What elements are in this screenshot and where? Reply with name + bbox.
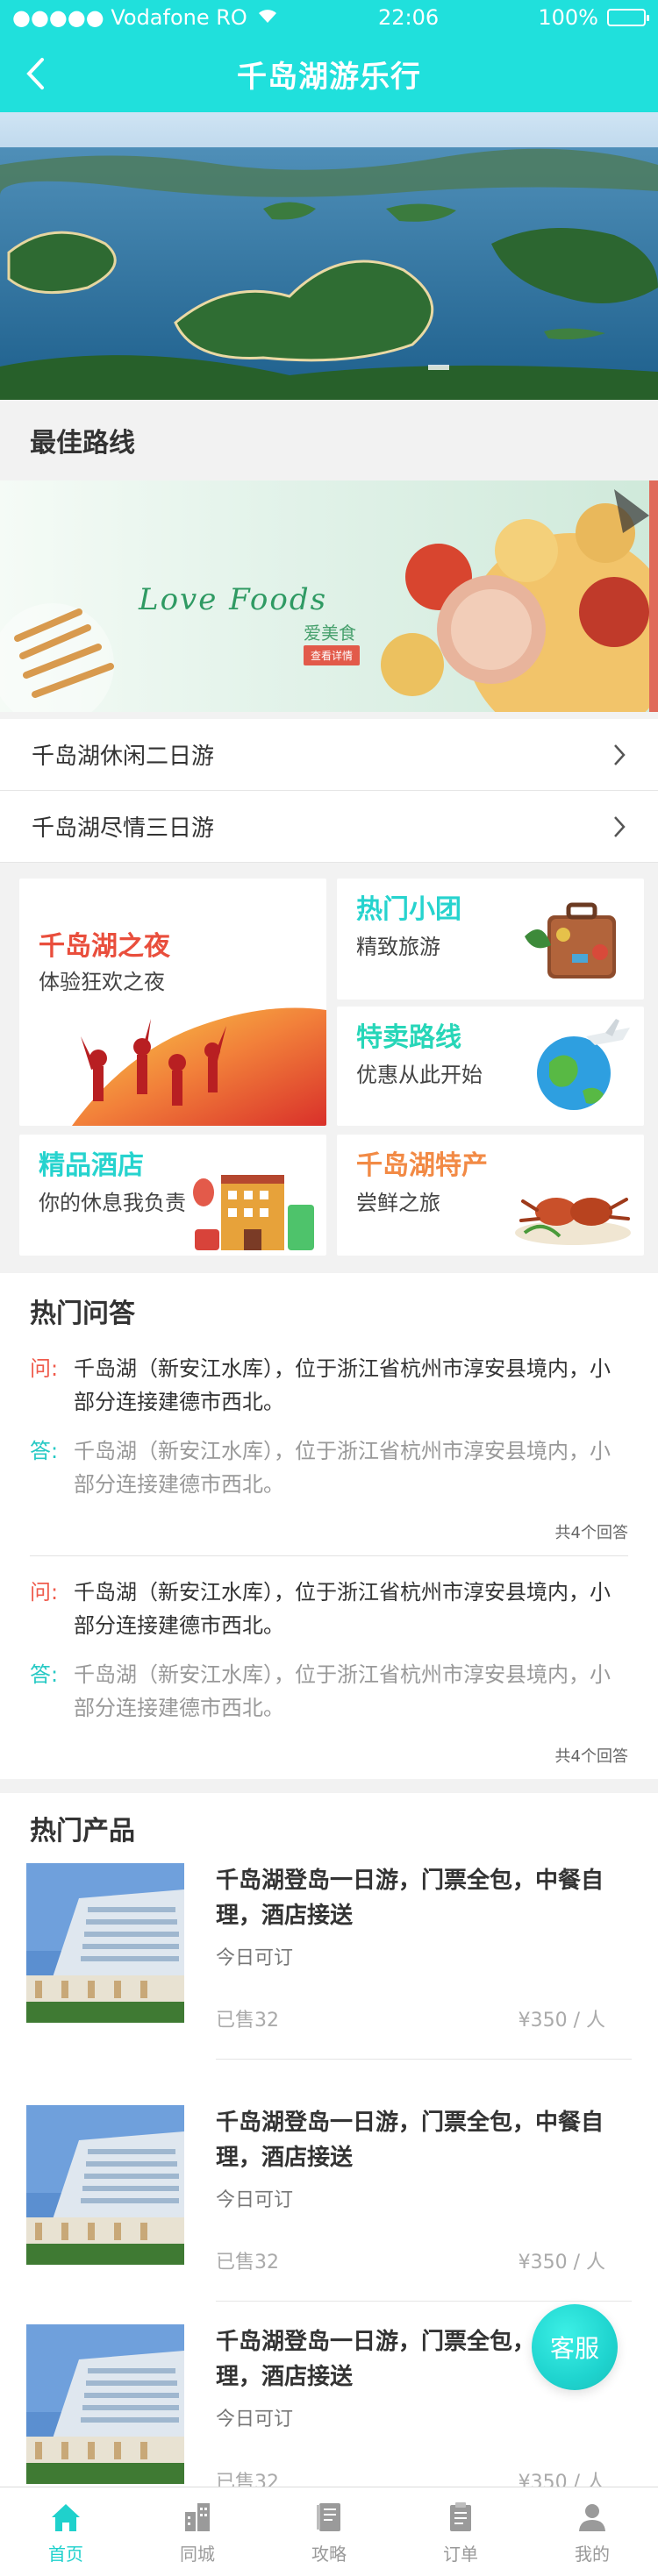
- product-sold: 已售32: [216, 2010, 279, 2032]
- hotel-building-icon: [193, 1175, 314, 1250]
- home-icon: [52, 2504, 80, 2531]
- love-foods-banner[interactable]: Love Foods 爱美食 查看详情: [0, 480, 658, 712]
- section-gap: [0, 1779, 658, 1793]
- qa-item[interactable]: 问: 千岛湖（新安江水库），位于浙江省杭州市淳安县境内，小部分连接建德市西北。 …: [30, 1348, 628, 1556]
- back-button[interactable]: [16, 54, 54, 93]
- answer-tag: 答:: [30, 1439, 59, 1463]
- app-header: ●●●●● Vodafone RO 22:06 100% 千岛湖游乐行: [0, 0, 658, 112]
- answer-count[interactable]: 共4个回答: [30, 1740, 628, 1779]
- answer-text: 千岛湖（新安江水库），位于浙江省杭州市淳安县境内，小部分连接建德市西北。: [74, 1439, 611, 1497]
- card-title: 精品酒店: [39, 1150, 144, 1181]
- question-text: 千岛湖（新安江水库），位于浙江省杭州市淳安县境内，小部分连接建德市西北。: [74, 1580, 611, 1638]
- tab-orders[interactable]: 订单: [395, 2487, 526, 2576]
- card-title: 热门小团: [356, 894, 461, 925]
- battery-percent: 100%: [538, 5, 598, 30]
- clock: 22:06: [378, 5, 440, 30]
- suitcase-icon: [525, 902, 616, 978]
- customer-service-button[interactable]: 客服: [532, 2304, 618, 2390]
- crab-dish-icon: [515, 1198, 631, 1245]
- user-icon: [579, 2504, 605, 2531]
- qa-item[interactable]: 问: 千岛湖（新安江水库），位于浙江省杭州市淳安县境内，小部分连接建德市西北。 …: [30, 1556, 628, 1779]
- banner-detail-button[interactable]: 查看详情: [304, 645, 361, 665]
- tab-label: 首页: [48, 2544, 83, 2565]
- card-desc: 优惠从此开始: [356, 1063, 483, 1087]
- product-price: ¥350 / 人: [518, 2010, 605, 2032]
- nav-bar: 千岛湖游乐行: [0, 35, 658, 112]
- banner-subtitle: 爱美食: [304, 623, 356, 644]
- answer-text: 千岛湖（新安江水库），位于浙江省杭州市淳安县境内，小部分连接建德市西北。: [74, 1662, 611, 1720]
- category-grid: 千岛湖之夜 体验狂欢之夜 热门小团 精致旅游 特卖路线 优惠从此开始 精品酒店 …: [0, 863, 658, 1273]
- qa-section-title: 热门问答: [0, 1273, 658, 1348]
- product-name: 千岛湖登岛一日游，门票全包，中餐自理，酒店接送: [216, 1868, 604, 1929]
- wifi-icon: [256, 5, 279, 30]
- card-title: 千岛湖特产: [356, 1150, 488, 1181]
- qa-list: 问: 千岛湖（新安江水库），位于浙江省杭州市淳安县境内，小部分连接建德市西北。 …: [0, 1348, 658, 1779]
- banner-title: Love Foods: [139, 582, 328, 617]
- party-crowd-icon: [72, 1007, 326, 1126]
- product-item[interactable]: 千岛湖登岛一日游，门票全包，中餐自理，酒店接送 今日可订 已售32 ¥350 /…: [0, 1863, 658, 2082]
- order-clipboard-icon: [450, 2502, 471, 2531]
- card-desc: 尝鲜之旅: [356, 1191, 440, 1215]
- city-icon: [185, 2503, 210, 2531]
- card-hotel[interactable]: 精品酒店 你的休息我负责: [19, 1135, 326, 1256]
- tab-label: 订单: [443, 2544, 478, 2565]
- best-routes-title: 最佳路线: [0, 400, 658, 480]
- card-night[interactable]: 千岛湖之夜 体验狂欢之夜: [19, 879, 326, 1126]
- route-item-three-day[interactable]: 千岛湖尽情三日游: [0, 791, 658, 863]
- tab-home[interactable]: 首页: [0, 2487, 132, 2576]
- product-price: ¥350 / 人: [518, 2252, 605, 2274]
- route-label: 千岛湖尽情三日游: [32, 815, 215, 842]
- tab-label: 我的: [575, 2544, 610, 2565]
- chevron-right-icon: [614, 744, 626, 765]
- product-availability: 今日可订: [216, 2189, 294, 2211]
- product-sold: 已售32: [216, 2252, 279, 2274]
- chevron-left-icon: [26, 58, 44, 89]
- answer-tag: 答:: [30, 1662, 59, 1687]
- tab-label: 攻略: [311, 2544, 347, 2565]
- chevron-right-icon: [614, 815, 626, 837]
- card-desc: 精致旅游: [356, 935, 440, 959]
- card-specialty[interactable]: 千岛湖特产 尝鲜之旅: [337, 1135, 644, 1256]
- tab-label: 同城: [180, 2544, 215, 2565]
- carrier-label: ●●●●● Vodafone RO: [12, 5, 247, 30]
- product-name: 千岛湖登岛一日游，门票全包，中餐自理，酒店接送: [216, 2110, 604, 2171]
- route-list: 千岛湖休闲二日游 千岛湖尽情三日游: [0, 719, 658, 863]
- product-hotel-image: [26, 2324, 184, 2484]
- product-availability: 今日可订: [216, 1947, 294, 1969]
- route-item-two-day[interactable]: 千岛湖休闲二日游: [0, 719, 658, 791]
- status-bar: ●●●●● Vodafone RO 22:06 100%: [0, 0, 658, 35]
- question-tag: 问:: [30, 1356, 59, 1381]
- guide-book-icon: [317, 2503, 340, 2531]
- page-title: 千岛湖游乐行: [237, 59, 421, 95]
- tab-profile[interactable]: 我的: [526, 2487, 658, 2576]
- product-availability: 今日可订: [216, 2409, 294, 2430]
- hero-lake-image[interactable]: [0, 112, 658, 400]
- product-hotel-image: [26, 1863, 184, 2023]
- products-section-title: 热门产品: [0, 1793, 658, 1863]
- product-item[interactable]: 千岛湖登岛一日游，门票全包，中餐自理，酒店接送 今日可订 已售32 ¥350 /…: [0, 2082, 658, 2302]
- tab-guide[interactable]: 攻略: [263, 2487, 395, 2576]
- route-label: 千岛湖休闲二日游: [32, 744, 215, 770]
- card-title: 特卖路线: [356, 1022, 461, 1053]
- question-tag: 问:: [30, 1580, 59, 1605]
- battery-icon: [607, 9, 649, 26]
- answer-count[interactable]: 共4个回答: [30, 1517, 628, 1555]
- card-special-route[interactable]: 特卖路线 优惠从此开始: [337, 1007, 644, 1126]
- product-list: 千岛湖登岛一日游，门票全包，中餐自理，酒店接送 今日可订 已售32 ¥350 /…: [0, 1863, 658, 2521]
- card-hot-group[interactable]: 热门小团 精致旅游: [337, 879, 644, 1000]
- product-hotel-image: [26, 2105, 184, 2265]
- bottom-tab-bar: 首页 同城 攻略 订单 我的: [0, 2487, 658, 2576]
- tab-city[interactable]: 同城: [132, 2487, 263, 2576]
- question-text: 千岛湖（新安江水库），位于浙江省杭州市淳安县境内，小部分连接建德市西北。: [74, 1356, 611, 1414]
- card-desc: 你的休息我负责: [39, 1191, 186, 1215]
- globe-plane-icon: [537, 1019, 630, 1110]
